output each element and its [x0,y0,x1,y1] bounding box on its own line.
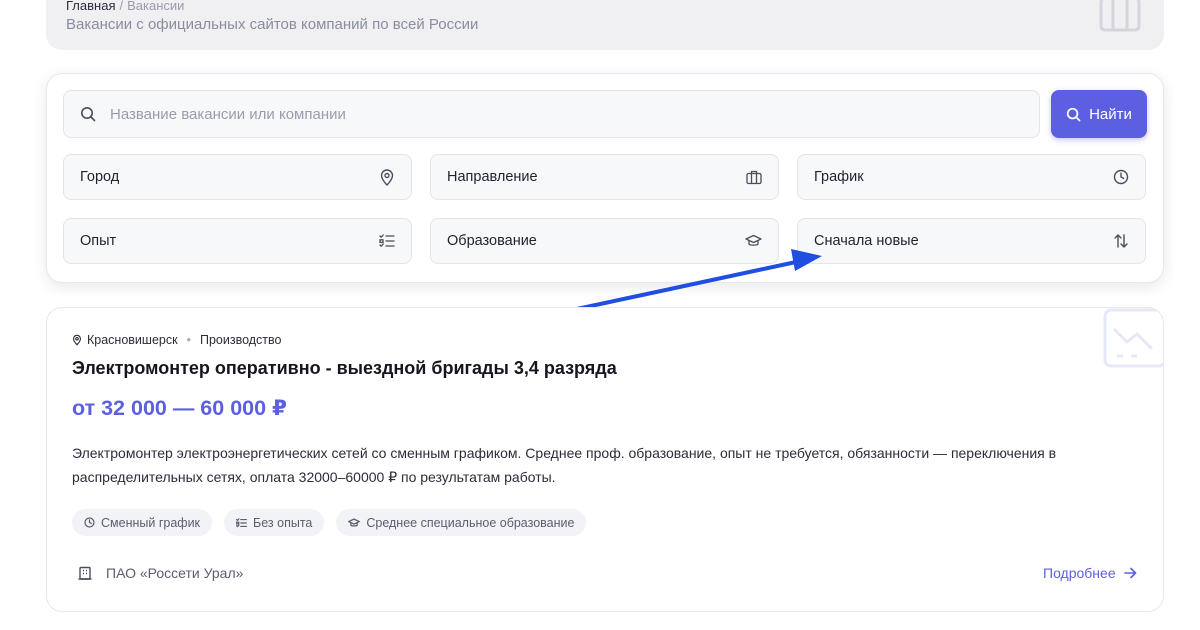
vacancy-title[interactable]: Электромонтер оперативно - выездной бриг… [72,358,617,379]
checklist-icon [379,234,395,248]
sort-label: Сначала новые [814,233,919,249]
graduation-cap-icon [348,517,361,528]
clock-icon [84,517,95,528]
briefcase-icon [746,170,762,185]
chart-decoration-icon [1103,308,1163,368]
page-header: Главная / Вакансии Вакансии с официальных … [46,0,1164,50]
company-name: ПАО «Россети Урал» [106,565,244,581]
breadcrumb-separator: / [119,0,124,13]
tag-label: Среднее специальное образование [366,515,575,530]
meta-separator: • [186,333,191,347]
filter-schedule[interactable]: График [797,154,1146,200]
search-button[interactable]: Найти [1051,90,1147,138]
vacancy-card[interactable]: Красновишерск • Производство Электромонт… [46,307,1164,612]
search-icon [1066,107,1081,122]
breadcrumb-home-link[interactable]: Главная [66,0,115,13]
graduation-cap-icon [745,234,762,248]
checklist-icon [236,517,247,528]
search-button-label: Найти [1089,105,1132,123]
search-icon [80,106,96,122]
building-icon [78,566,92,580]
arrow-right-icon [1123,567,1137,579]
tag-label: Сменный график [101,515,201,530]
vacancy-company[interactable]: ПАО «Россети Урал» [78,565,243,581]
search-placeholder: Название вакансии или компании [110,105,346,123]
sort-select[interactable]: Сначала новые [797,218,1146,264]
filter-label: Опыт [80,233,117,249]
tag-label: Без опыта [253,515,313,530]
tag-experience: Без опыта [224,509,325,536]
map-pin-icon [72,334,82,346]
clock-icon [1113,169,1129,185]
search-panel: Название вакансии или компании Найти Гор… [46,73,1164,283]
filter-experience[interactable]: Опыт [63,218,412,264]
briefcase-icon [1098,0,1142,39]
vacancy-tags: Сменный график Без опыта Среднее специал… [72,509,587,536]
filter-label: Направление [447,169,538,185]
sort-arrows-icon [1113,233,1129,249]
vacancy-meta: Красновишерск • Производство [72,333,281,347]
filter-label: Образование [447,233,537,249]
filter-direction[interactable]: Направление [430,154,779,200]
search-input[interactable]: Название вакансии или компании [63,90,1040,138]
filter-education[interactable]: Образование [430,218,779,264]
vacancy-description: Электромонтер электроэнергетических сете… [72,445,1057,485]
filter-label: График [814,169,864,185]
filter-city[interactable]: Город [63,154,412,200]
map-pin-icon [379,168,395,186]
page-subtitle: Вакансии с официальных сайтов компаний п… [66,16,479,33]
vacancy-city: Красновишерск [87,333,178,347]
breadcrumb: Главная / Вакансии [66,0,184,13]
breadcrumb-current: Вакансии [127,0,185,13]
vacancy-category: Производство [199,333,282,347]
more-link[interactable]: Подробнее [1043,565,1137,581]
vacancy-salary: от 32 000 — 60 000 ₽ [72,396,287,420]
tag-education: Среднее специальное образование [336,509,587,536]
filter-label: Город [80,169,120,185]
more-link-label: Подробнее [1043,565,1116,581]
tag-schedule: Сменный график [72,509,213,536]
